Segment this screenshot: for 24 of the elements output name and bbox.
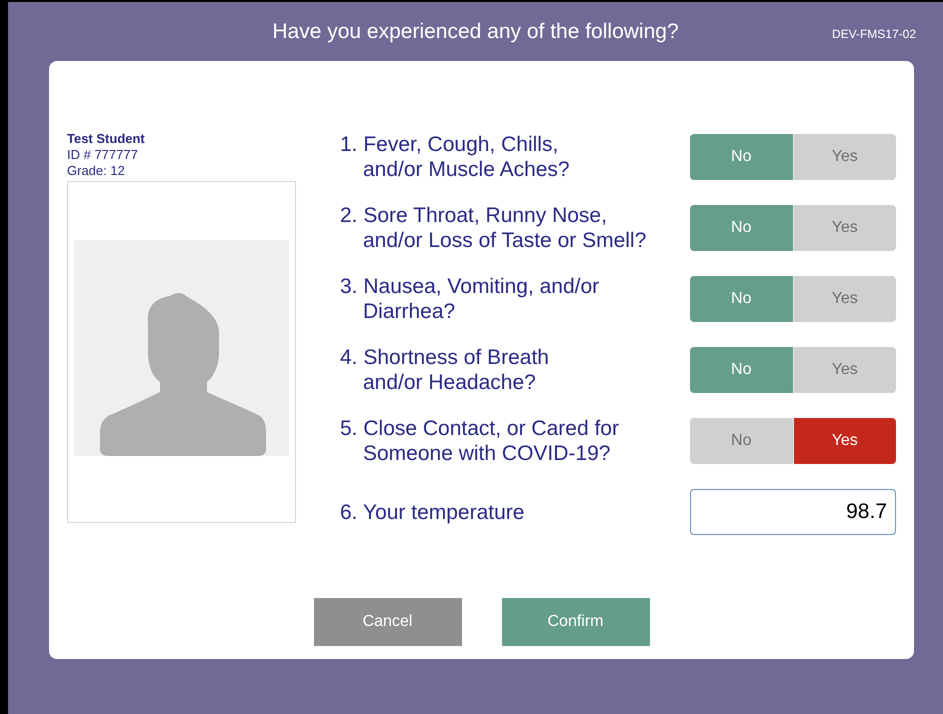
confirm-button[interactable]: Confirm: [502, 598, 650, 646]
toggle-option[interactable]: No: [690, 205, 794, 251]
toggle-option[interactable]: No: [690, 276, 794, 322]
student-grade: Grade: 12: [67, 163, 126, 179]
question-text: 6. Your temperature: [340, 500, 524, 524]
toggle-option[interactable]: Yes: [794, 418, 896, 464]
toggle-option[interactable]: Yes: [794, 347, 896, 393]
toggle-option[interactable]: No: [690, 347, 794, 393]
question-text: 5. Close Contact, or Cared for Someone with COVID-19?: [340, 416, 619, 466]
toggle-option[interactable]: Yes: [794, 205, 896, 251]
student-name: Test Student: [67, 131, 146, 147]
student-id: ID # 777777: [67, 147, 139, 163]
device-code: DEV-FMS17-02: [832, 26, 916, 43]
page-title: Have you experienced any of the following?: [272, 18, 679, 45]
question-text: 1. Fever, Cough, Chills, and/or Muscle Aches?: [340, 132, 570, 182]
toggle-option[interactable]: Yes: [794, 276, 896, 322]
toggle-option[interactable]: No: [690, 134, 794, 180]
temperature-field[interactable]: 98.7: [690, 489, 896, 535]
toggle-option[interactable]: Yes: [794, 134, 896, 180]
question-text: 2. Sore Throat, Runny Nose, and/or Loss of Taste or Smell?: [340, 203, 646, 253]
toggle-option[interactable]: No: [690, 418, 794, 464]
question-text: 3. Nausea, Vomiting, and/or Diarrhea?: [340, 274, 600, 324]
question-text: 4. Shortness of Breath and/or Headache?: [340, 345, 549, 395]
cancel-button[interactable]: Cancel: [314, 598, 462, 646]
